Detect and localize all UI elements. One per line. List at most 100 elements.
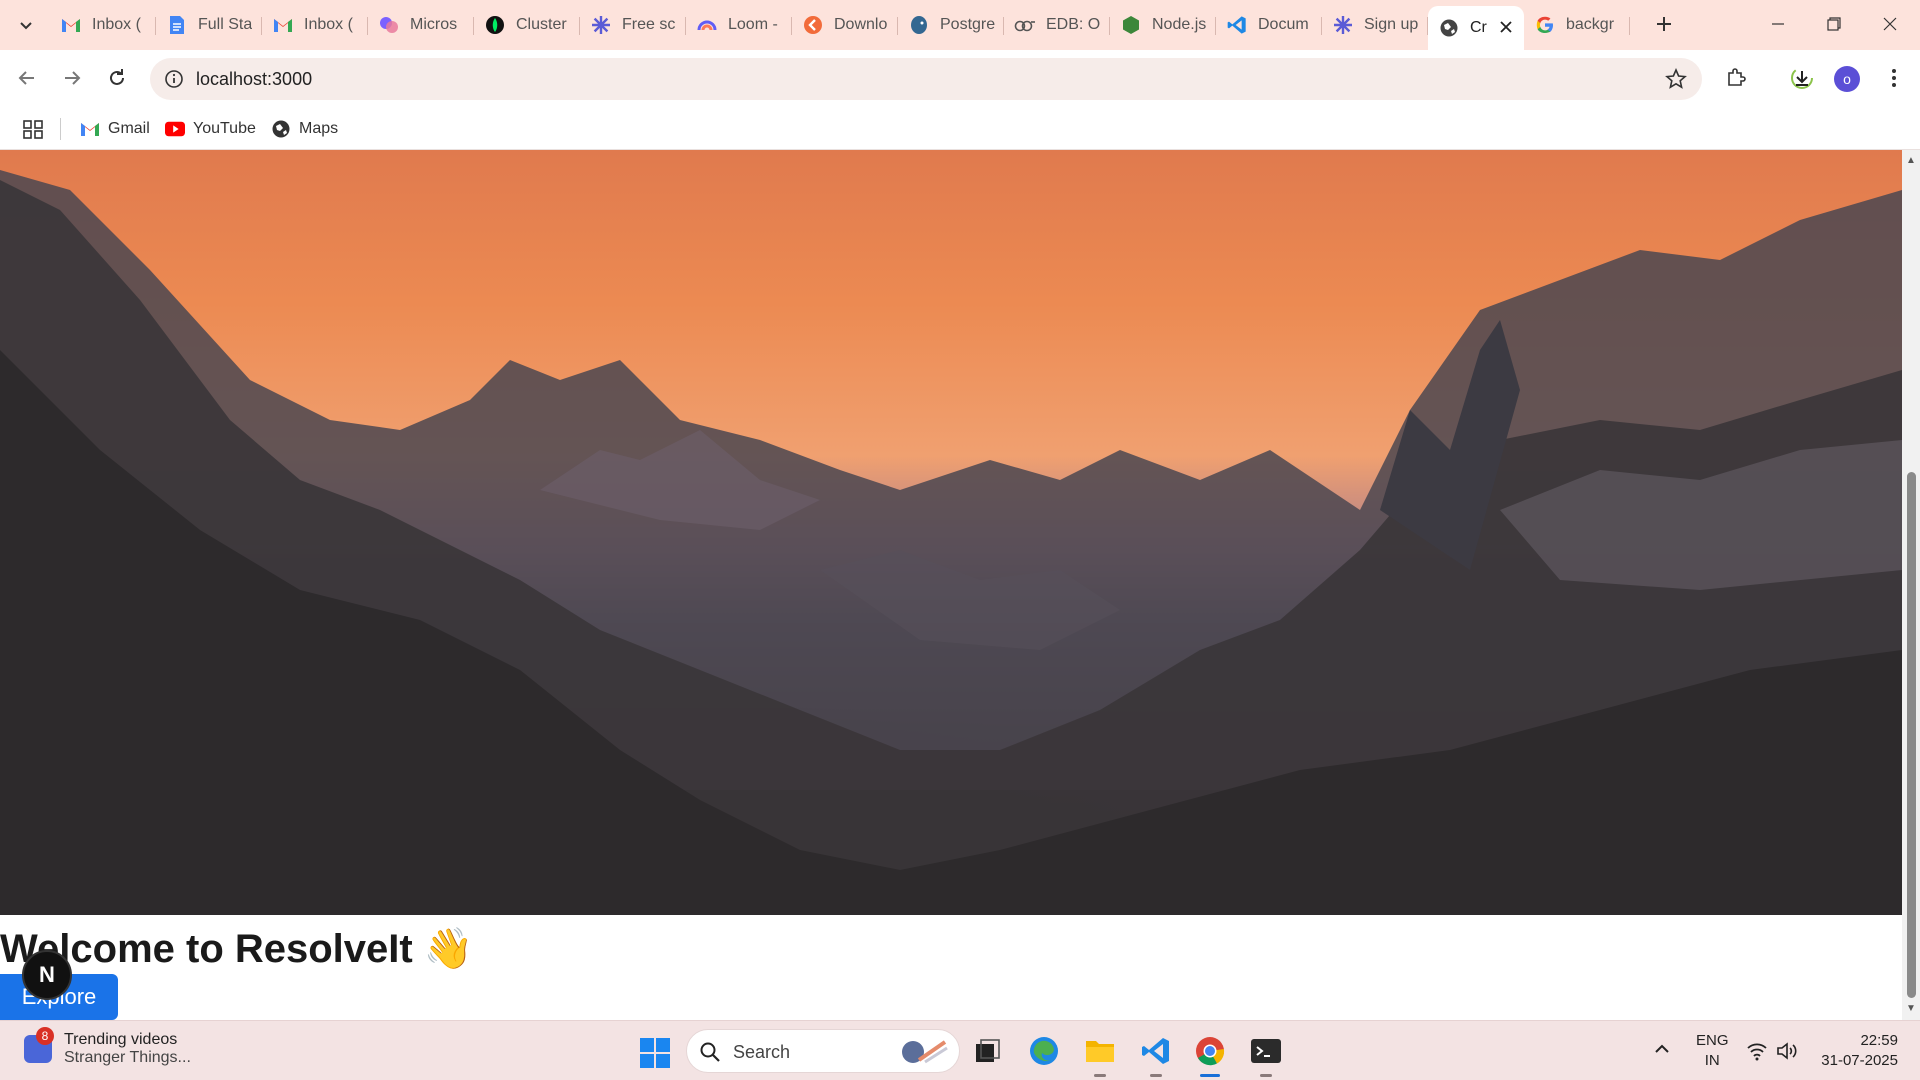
- apps-grid-icon[interactable]: [22, 118, 44, 140]
- tab-search-button[interactable]: [12, 11, 40, 39]
- tab-active[interactable]: Cr: [1428, 6, 1524, 50]
- tab[interactable]: Docum: [1216, 6, 1322, 44]
- globe-icon: [1438, 17, 1460, 39]
- region-code: IN: [1704, 1052, 1720, 1069]
- more-menu-icon[interactable]: [1878, 62, 1910, 94]
- news-widget[interactable]: 8 Trending videos Stranger Things...: [24, 1027, 191, 1067]
- asterisk-icon: [590, 14, 612, 36]
- taskbar-app-files[interactable]: [970, 1033, 1006, 1069]
- tab-strip: Inbox ( Full Sta Inbox ( Micros Cluster Free …: [0, 0, 1920, 50]
- tab-title: Micros: [410, 16, 458, 33]
- new-tab-button[interactable]: [1650, 10, 1678, 38]
- volume-icon[interactable]: [1776, 1041, 1798, 1061]
- system-clock[interactable]: 22:59 31-07-2025: [1812, 1031, 1898, 1071]
- tab[interactable]: Loom -: [686, 6, 792, 44]
- mongodb-icon: [484, 14, 506, 36]
- tab-title: Sign up: [1364, 16, 1419, 33]
- windows-logo-pane: [640, 1054, 654, 1068]
- nextjs-dev-indicator[interactable]: N: [22, 950, 72, 1000]
- bookmarks-divider: [60, 118, 61, 140]
- scrollbar-thumb[interactable]: [1907, 472, 1916, 998]
- tab-list: Inbox ( Full Sta Inbox ( Micros Cluster Free …: [50, 6, 1630, 50]
- search-highlight-icon: [902, 1040, 948, 1064]
- language-indicator[interactable]: ENG IN: [1696, 1031, 1729, 1071]
- minimize-button[interactable]: [1750, 0, 1806, 48]
- clock-time: 22:59: [1860, 1032, 1898, 1049]
- extensions-icon[interactable]: [1720, 62, 1752, 94]
- tab-title: Cr: [1470, 19, 1487, 36]
- tab[interactable]: Cluster: [474, 6, 580, 44]
- task-view-icon: [976, 1039, 1000, 1062]
- bookmark-label: YouTube: [193, 120, 256, 137]
- tab-title: Inbox (: [92, 16, 141, 33]
- edge-icon: [1030, 1037, 1058, 1065]
- bookmark-star-icon[interactable]: [1664, 67, 1688, 91]
- back-button[interactable]: [9, 60, 45, 96]
- taskbar-app-vscode[interactable]: [1138, 1033, 1174, 1077]
- tab[interactable]: EDB: O: [1004, 6, 1110, 44]
- forward-button[interactable]: [54, 60, 90, 96]
- running-indicator: [1260, 1074, 1272, 1077]
- chevron-up-icon[interactable]: [1652, 1039, 1672, 1059]
- download-icon[interactable]: [1786, 62, 1818, 94]
- tab[interactable]: Free sc: [580, 6, 686, 44]
- reload-button[interactable]: [99, 60, 135, 96]
- tab-title: Downlo: [834, 16, 888, 33]
- running-indicator: [1150, 1074, 1162, 1077]
- tab-title: Cluster: [516, 16, 567, 33]
- tab-title: Full Sta: [198, 16, 253, 33]
- tab-title: Postgre: [940, 16, 996, 33]
- google-docs-icon: [166, 14, 188, 36]
- tab[interactable]: Micros: [368, 6, 474, 44]
- tab-title: Loom -: [728, 16, 778, 33]
- site-info-icon[interactable]: [162, 67, 186, 91]
- scroll-up-icon[interactable]: ▲: [1906, 156, 1916, 166]
- page-scrollbar[interactable]: ▲ ▼: [1902, 150, 1920, 1020]
- wifi-icon[interactable]: [1746, 1041, 1768, 1061]
- tab[interactable]: Downlo: [792, 6, 898, 44]
- windows-logo-pane: [656, 1038, 670, 1052]
- taskbar-app-terminal[interactable]: [1248, 1033, 1284, 1077]
- asterisk-icon: [1332, 14, 1354, 36]
- minimize-icon: [1772, 23, 1784, 25]
- taskbar-app-explorer[interactable]: [1082, 1033, 1118, 1077]
- bookmark-gmail[interactable]: Gmail: [80, 116, 150, 142]
- tab[interactable]: Postgre: [898, 6, 1004, 44]
- vscode-icon: [1142, 1038, 1169, 1064]
- maps-icon: [271, 119, 291, 139]
- address-bar[interactable]: localhost:3000: [150, 58, 1702, 100]
- close-icon: [1883, 17, 1897, 31]
- copilot-icon: [378, 14, 400, 36]
- tab-title: Docum: [1258, 16, 1309, 33]
- search-icon: [700, 1042, 720, 1062]
- tab[interactable]: backgr: [1524, 6, 1630, 44]
- profile-avatar[interactable]: o: [1834, 66, 1860, 92]
- url-text[interactable]: localhost:3000: [196, 69, 312, 90]
- windows-logo-pane: [656, 1054, 670, 1068]
- widget-title: Trending videos: [64, 1031, 178, 1048]
- youtube-icon: [165, 119, 185, 139]
- bookmark-maps[interactable]: Maps: [271, 116, 338, 142]
- taskbar-app-chrome[interactable]: [1192, 1033, 1228, 1077]
- taskbar-app-edge[interactable]: [1026, 1033, 1062, 1069]
- taskbar-search-box[interactable]: Search: [686, 1029, 960, 1073]
- widget-icon: 8: [24, 1027, 54, 1063]
- tab-title: backgr: [1566, 16, 1615, 33]
- start-button[interactable]: [640, 1038, 670, 1068]
- close-tab-icon[interactable]: [1496, 17, 1516, 37]
- tab[interactable]: Full Sta: [156, 6, 262, 44]
- restore-button[interactable]: [1806, 0, 1862, 48]
- widget-subtitle: Stranger Things...: [64, 1049, 191, 1066]
- gmail-icon: [60, 14, 82, 36]
- chrome-icon: [1196, 1037, 1225, 1066]
- tab[interactable]: Sign up: [1322, 6, 1428, 44]
- close-window-button[interactable]: [1862, 0, 1918, 48]
- tab[interactable]: Inbox (: [262, 6, 368, 44]
- bookmark-youtube[interactable]: YouTube: [165, 116, 256, 142]
- tab[interactable]: Inbox (: [50, 6, 156, 44]
- tab-title: EDB: O: [1046, 16, 1101, 33]
- clock-date: 31-07-2025: [1821, 1052, 1898, 1069]
- scroll-down-icon[interactable]: ▼: [1906, 1004, 1916, 1014]
- hero-background-image: [0, 150, 1902, 915]
- tab[interactable]: Node.js: [1110, 6, 1216, 44]
